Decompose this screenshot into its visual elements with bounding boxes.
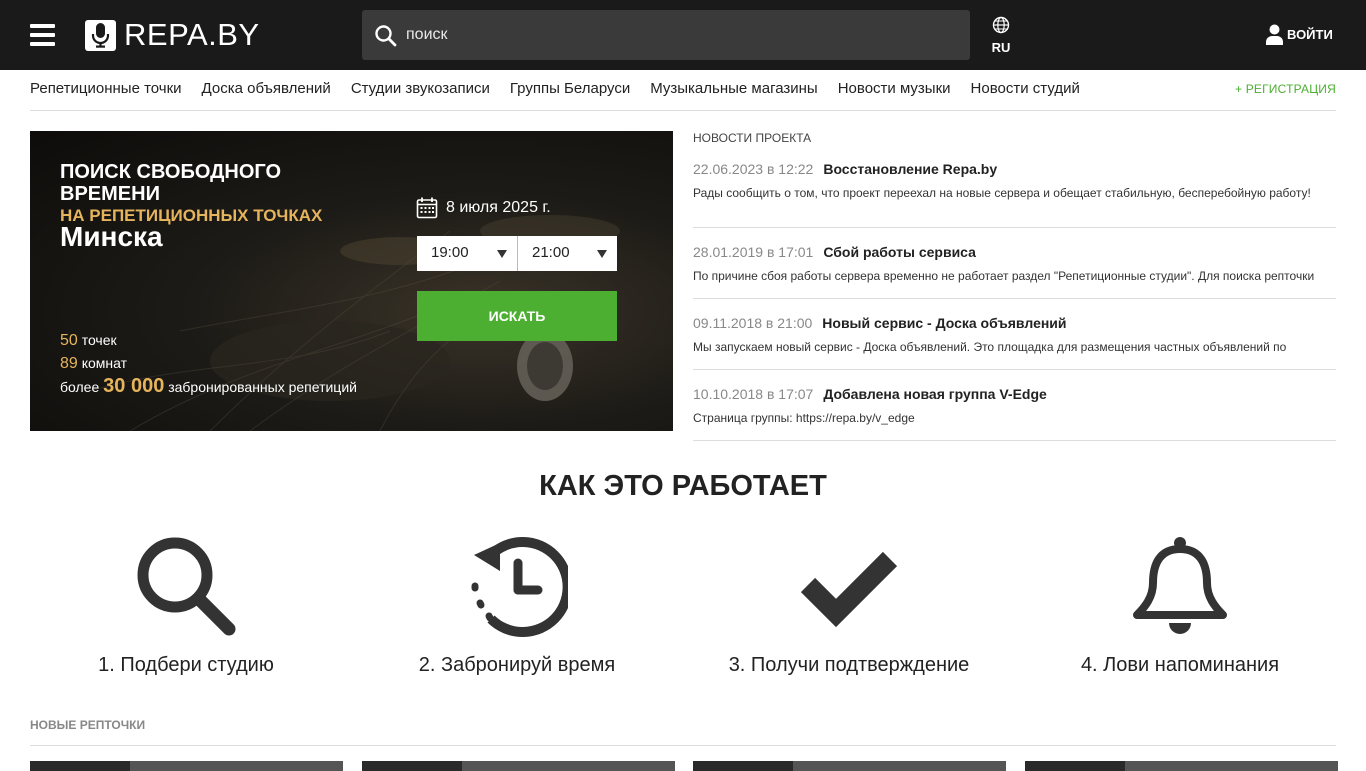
language-label: RU [991,40,1011,55]
nav-link-studio-news[interactable]: Новости студий [971,80,1080,97]
nav-link-music-news[interactable]: Новости музыки [838,80,951,97]
microphone-icon [85,19,116,51]
news-date: 28.01.2019 в 17:01 [693,244,814,260]
register-link[interactable]: + РЕГИСТРАЦИЯ [1235,82,1336,96]
logo-text: REPA.BY [124,17,260,52]
dropdown-arrow-icon [597,250,607,258]
studio-card[interactable] [30,761,343,771]
news-title-link[interactable]: Восстановление Repa.by [823,161,997,177]
news-title-link[interactable]: Добавлена новая группа V-Edge [823,386,1046,402]
news-heading: НОВОСТИ ПРОЕКТА [693,131,812,145]
step-label: 3. Получи подтверждение [728,654,970,676]
selected-date: 8 июля 2025 г. [446,199,551,216]
booked-prefix: более [60,379,100,395]
hero-city: Минска [60,221,163,252]
language-switcher[interactable]: RU [990,16,1012,55]
step-label: 2. Забронируй время [418,654,616,676]
news-title-link[interactable]: Сбой работы сервиса [823,244,976,260]
step-get-reminders: 4. Лови напоминания [1030,535,1330,677]
rooms-count: 89 [60,355,78,372]
hero-search-panel: ПОИСК СВОБОДНОГО ВРЕМЕНИ НА РЕПЕТИЦИОННЫ… [30,131,673,431]
search-icon [137,537,236,636]
step-label: 1. Подбери студию [98,654,274,676]
menu-icon[interactable] [30,24,55,46]
nav-link-classifieds[interactable]: Доска объявлений [202,80,331,97]
step-book-time: 2. Забронируй время [367,535,667,677]
site-logo[interactable]: REPA.BY [85,18,260,52]
time-from-select[interactable]: 19:00 [417,236,517,271]
hero-title: ПОИСК СВОБОДНОГО ВРЕМЕНИ [60,161,282,205]
points-count: 50 [60,332,78,349]
login-label: ВОЙТИ [1287,27,1333,42]
step-get-confirmation: 3. Получи подтверждение [699,535,999,677]
nav-link-rehearsal-points[interactable]: Репетиционные точки [30,80,182,97]
nav-link-recording-studios[interactable]: Студии звукозаписи [351,80,490,97]
news-excerpt: Страница группы: https://repa.by/v_edge [693,411,915,425]
booked-label: забронированных репетиций [168,379,357,395]
rooms-label: комнат [81,355,128,371]
step-find-studio: 1. Подбери студию [36,535,336,677]
time-to-select[interactable]: 21:00 [517,236,617,271]
search-icon [375,25,397,47]
top-header: REPA.BY RU ВОЙТИ [0,0,1366,70]
news-excerpt: Мы запускаем новый сервис - Доска объявл… [693,340,1287,354]
history-clock-icon [471,537,568,637]
time-from-value: 19:00 [431,244,469,261]
studio-card[interactable] [693,761,1006,771]
checkmark-icon [800,551,898,628]
studio-card[interactable] [362,761,675,771]
step-label: 4. Лови напоминания [1080,654,1280,676]
how-it-works-title: КАК ЭТО РАБОТАЕТ [539,470,827,502]
nav-link-belarus-bands[interactable]: Группы Беларуси [510,80,630,97]
main-nav: Репетиционные точки Доска объявлений Сту… [30,70,1336,111]
booked-count: 30 000 [103,375,165,397]
news-title-link[interactable]: Новый сервис - Доска объявлений [822,315,1066,331]
news-date: 22.06.2023 в 12:22 [693,161,814,177]
project-news: НОВОСТИ ПРОЕКТА 22.06.2023 в 12:22 Восста… [693,131,1336,441]
bell-icon [1133,537,1227,634]
search-input[interactable] [406,10,956,60]
globe-icon [992,16,1010,34]
news-item: 28.01.2019 в 17:01 Сбой работы сервиса По… [693,228,1336,299]
news-item: 10.10.2018 в 17:07 Добавлена новая группа… [693,370,1336,441]
date-picker[interactable]: 8 июля 2025 г. [416,197,551,219]
search-button[interactable]: ИСКАТЬ [417,291,617,341]
news-item: 09.11.2018 в 21:00 Новый сервис - Доска о… [693,299,1336,370]
studio-card[interactable] [1025,761,1338,771]
news-date: 09.11.2018 в 21:00 [693,315,813,331]
calendar-icon [416,197,438,219]
nav-link-music-stores[interactable]: Музыкальные магазины [650,80,818,97]
news-excerpt: По причине сбоя работы сервера временно … [693,269,1315,283]
hero-stats: 50 точек 89 комнат более 30 000 забронир… [60,329,357,398]
news-item: 22.06.2023 в 12:22 Восстановление Repa.by… [693,155,1336,228]
dropdown-arrow-icon [497,250,507,258]
news-date: 10.10.2018 в 17:07 [693,386,814,402]
time-to-value: 21:00 [532,244,570,261]
user-icon [1266,24,1283,45]
news-excerpt: Рады сообщить о том, что проект переехал… [693,186,1311,200]
new-points-heading: НОВЫЕ РЕПТОЧКИ [30,718,1336,746]
login-button[interactable]: ВОЙТИ [1266,24,1333,45]
points-label: точек [81,332,117,348]
search-box[interactable] [362,10,970,60]
